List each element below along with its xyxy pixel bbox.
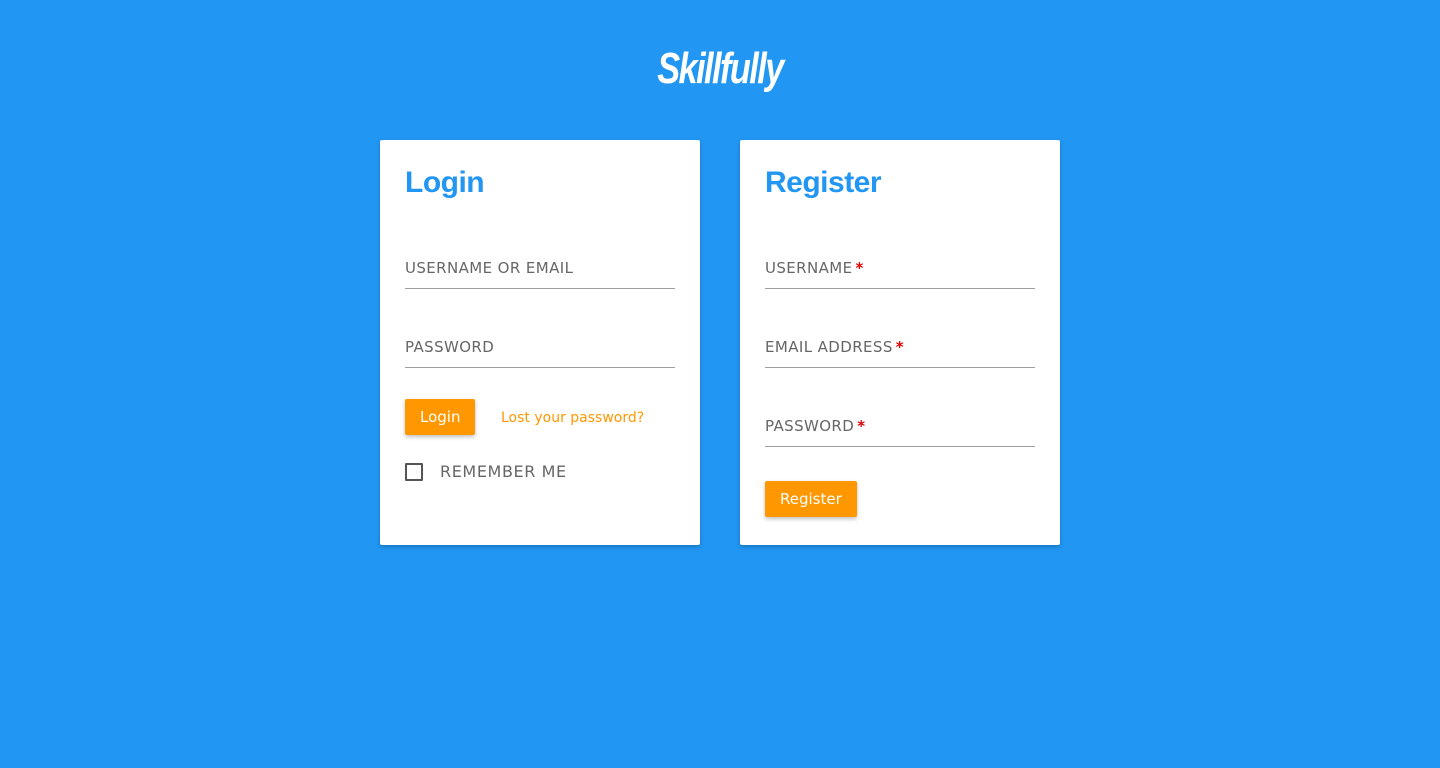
remember-me[interactable]: REMEMBER ME xyxy=(405,462,567,481)
register-password-input[interactable] xyxy=(765,407,1035,446)
login-password-input[interactable] xyxy=(405,328,675,367)
register-card: Register USERNAME * EMAIL ADDRESS * PASSWO… xyxy=(740,140,1060,545)
remember-me-label[interactable]: REMEMBER ME xyxy=(440,462,567,481)
login-username-input[interactable] xyxy=(405,249,675,288)
register-password-field[interactable]: PASSWORD * xyxy=(765,407,1035,447)
login-password-field[interactable]: PASSWORD xyxy=(405,328,675,368)
brand-logo: Skillfully xyxy=(657,44,784,93)
remember-me-checkbox[interactable] xyxy=(405,462,423,481)
register-username-input[interactable] xyxy=(765,249,1035,288)
login-card: Login USERNAME OR EMAIL PASSWORD Login L… xyxy=(380,140,700,545)
login-title: Login xyxy=(405,166,485,199)
login-button[interactable]: Login xyxy=(405,399,476,435)
register-title: Register xyxy=(765,166,882,199)
login-username-field[interactable]: USERNAME OR EMAIL xyxy=(405,249,675,289)
lost-password-link[interactable]: Lost your password? xyxy=(501,410,644,426)
register-email-input[interactable] xyxy=(765,328,1035,367)
register-email-field[interactable]: EMAIL ADDRESS * xyxy=(765,328,1035,368)
register-username-field[interactable]: USERNAME * xyxy=(765,249,1035,289)
register-button[interactable]: Register xyxy=(765,481,857,517)
